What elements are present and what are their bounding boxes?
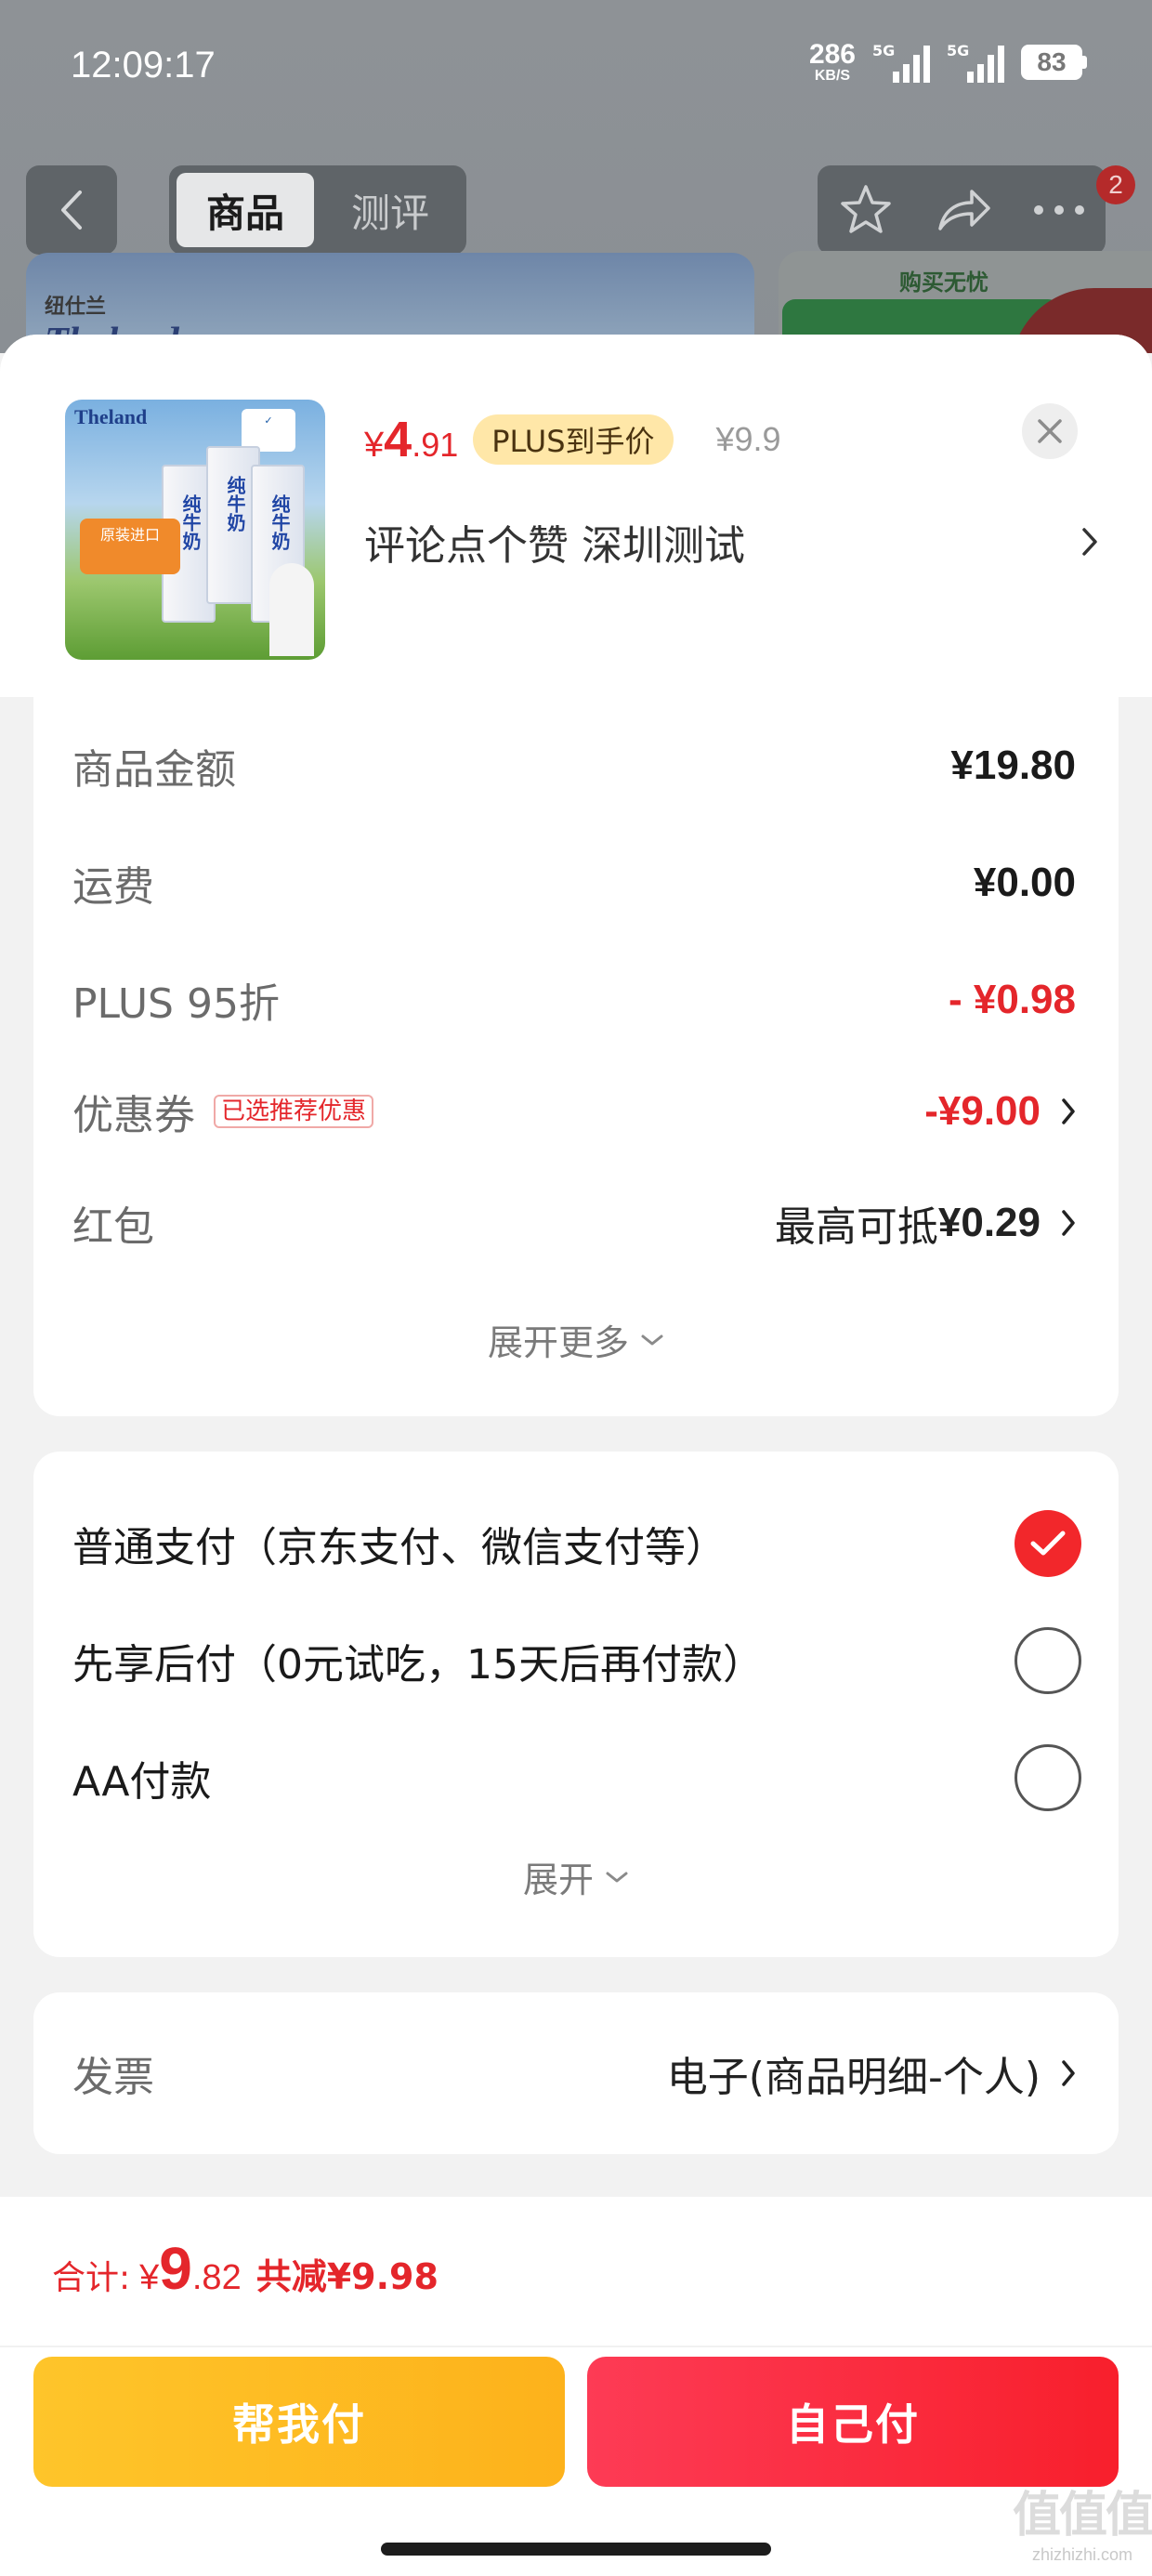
coupon-row[interactable]: 优惠券 已选推荐优惠 -¥9.00 — [72, 1074, 1076, 1149]
payment-methods-card: 普通支付（京东支付、微信支付等） 先享后付（0元试吃，15天后再付款） AA付款… — [33, 1452, 1119, 1957]
product-image: Theland ✓ 纯牛奶 纯牛奶 纯牛奶 原装进口 — [65, 400, 325, 660]
help-me-pay-button[interactable]: 帮我付 — [33, 2357, 565, 2487]
payment-option-label: 普通支付（京东支付、微信支付等） — [72, 1524, 727, 1571]
total-int: 9 — [159, 2235, 192, 2302]
plus-discount-label: PLUS 95折 — [72, 980, 280, 1028]
original-price: ¥9.9 — [715, 420, 781, 458]
spec-selector[interactable]: 评论点个赞 深圳测试 — [364, 509, 1098, 574]
close-button[interactable] — [1022, 403, 1078, 459]
checkmark-icon — [1030, 1531, 1066, 1556]
coupon-value: -¥9.00 — [924, 1088, 1041, 1134]
total-saved: 共减¥9.98 — [255, 2256, 439, 2297]
expand-more-label: 展开更多 — [487, 1322, 629, 1363]
price-row: ¥4.91 PLUS到手价 ¥9.9 — [364, 407, 781, 472]
expand-payment-button[interactable]: 展开 — [33, 1851, 1119, 1902]
total-label: 合计: — [52, 2259, 131, 2297]
share-icon[interactable] — [935, 186, 992, 234]
coupon-label: 优惠券 — [72, 1092, 195, 1139]
payment-option-pay-later[interactable]: 先享后付（0元试吃，15天后再付款） — [72, 1619, 1081, 1702]
background-page: 12:09:17 286 KB/S 5G 5G 83 商品 测评 2 纽仕兰 购… — [0, 0, 1152, 353]
goods-amount-row: 商品金额 ¥19.80 — [72, 729, 1076, 803]
home-indicator[interactable] — [381, 2543, 771, 2556]
goods-amount-label: 商品金额 — [72, 746, 236, 794]
battery-icon: 83 — [1021, 45, 1087, 80]
red-packet-value: ¥0.29 — [937, 1200, 1041, 1245]
plus-price-badge: PLUS到手价 — [473, 414, 674, 465]
checkout-sheet: Theland ✓ 纯牛奶 纯牛奶 纯牛奶 原装进口 ¥4.91 PLUS到手价… — [0, 335, 1152, 2576]
payment-option-normal[interactable]: 普通支付（京东支付、微信支付等） — [72, 1502, 1081, 1585]
import-tag: 原装进口 — [80, 519, 180, 574]
plus-discount-row: PLUS 95折 - ¥0.98 — [72, 963, 1076, 1037]
shipping-row: 运费 ¥0.00 — [72, 846, 1076, 920]
chevron-down-icon — [641, 1334, 663, 1345]
chevron-down-icon — [606, 1872, 628, 1882]
coupon-recommended-tag: 已选推荐优惠 — [214, 1094, 374, 1129]
shipping-label: 运费 — [72, 863, 154, 911]
invoice-row[interactable]: 发票 电子(商品明细-个人) — [72, 2036, 1076, 2110]
product-tabs: 商品 测评 — [169, 165, 466, 255]
chevron-right-icon — [1062, 1210, 1075, 1236]
checkout-footer: 合计: ¥9.82 共减¥9.98 帮我付 自己付 值值值 zhizhizhi.… — [0, 2197, 1152, 2576]
signal-icon: 5G — [947, 42, 1004, 83]
status-indicators: 286 KB/S 5G 5G 83 — [809, 41, 1087, 84]
tab-product[interactable]: 商品 — [177, 173, 314, 247]
red-packet-row[interactable]: 红包 最高可抵 ¥0.29 — [72, 1186, 1076, 1260]
banner-brand-cn: 纽仕兰 — [45, 295, 107, 318]
tab-review[interactable]: 测评 — [321, 173, 459, 247]
more-icon[interactable] — [1033, 204, 1085, 216]
plus-price: ¥4.91 — [364, 412, 459, 467]
expand-payment-label: 展开 — [522, 1860, 594, 1900]
goods-amount-value: ¥19.80 — [950, 743, 1076, 788]
sheet-header: Theland ✓ 纯牛奶 纯牛奶 纯牛奶 原装进口 ¥4.91 PLUS到手价… — [0, 335, 1152, 697]
chevron-right-icon — [1062, 1098, 1075, 1124]
sim2-label: 5G — [947, 42, 970, 59]
back-button[interactable] — [26, 165, 117, 255]
battery-level: 83 — [1021, 45, 1082, 80]
expand-more-button[interactable]: 展开更多 — [33, 1314, 1119, 1365]
network-speed-unit: KB/S — [814, 68, 851, 84]
footer-divider — [0, 2346, 1152, 2347]
radio-unchecked[interactable] — [1015, 1627, 1081, 1694]
chevron-left-icon — [61, 191, 82, 230]
chevron-right-icon — [1082, 528, 1097, 556]
chevron-right-icon — [1062, 2060, 1075, 2086]
radio-unchecked[interactable] — [1015, 1744, 1081, 1811]
payment-option-label: AA付款 — [72, 1758, 212, 1806]
cart-badge: 2 — [1096, 165, 1135, 204]
signal-icon: 5G — [872, 42, 930, 83]
payment-option-label: 先享后付（0元试吃，15天后再付款） — [72, 1641, 764, 1689]
promo-text: 购买无忧 — [899, 269, 988, 296]
shipping-value: ¥0.00 — [973, 860, 1076, 905]
network-speed: 286 KB/S — [809, 41, 856, 84]
plus-discount-value: - ¥0.98 — [949, 977, 1076, 1022]
close-icon — [1038, 419, 1062, 443]
watermark: 值值值 zhizhizhi.com — [1013, 2488, 1152, 2564]
product-image-brand: Theland — [74, 405, 148, 428]
spec-text: 评论点个赞 深圳测试 — [364, 522, 745, 570]
red-packet-prefix: 最高可抵 — [774, 1203, 938, 1251]
order-total: 合计: ¥9.82 共减¥9.98 — [52, 2235, 439, 2302]
invoice-label: 发票 — [72, 2054, 154, 2101]
network-speed-value: 286 — [808, 39, 856, 70]
invoice-card[interactable]: 发票 电子(商品明细-个人) — [33, 1992, 1119, 2154]
status-bar: 12:09:17 286 KB/S 5G 5G 83 — [0, 0, 1152, 139]
radio-checked[interactable] — [1015, 1510, 1081, 1577]
figure-illustration — [269, 563, 314, 656]
nav-actions — [818, 165, 1106, 255]
payment-option-aa[interactable]: AA付款 — [72, 1736, 1081, 1820]
sim1-label: 5G — [872, 42, 896, 59]
invoice-value: 电子(商品明细-个人) — [666, 2054, 1041, 2101]
status-time: 12:09:17 — [71, 45, 216, 85]
pay-myself-button[interactable]: 自己付 — [587, 2357, 1119, 2487]
red-packet-label: 红包 — [72, 1203, 154, 1251]
cost-breakdown-card: 商品金额 ¥19.80 运费 ¥0.00 PLUS 95折 - ¥0.98 优惠… — [33, 697, 1119, 1416]
star-icon[interactable] — [838, 183, 894, 237]
